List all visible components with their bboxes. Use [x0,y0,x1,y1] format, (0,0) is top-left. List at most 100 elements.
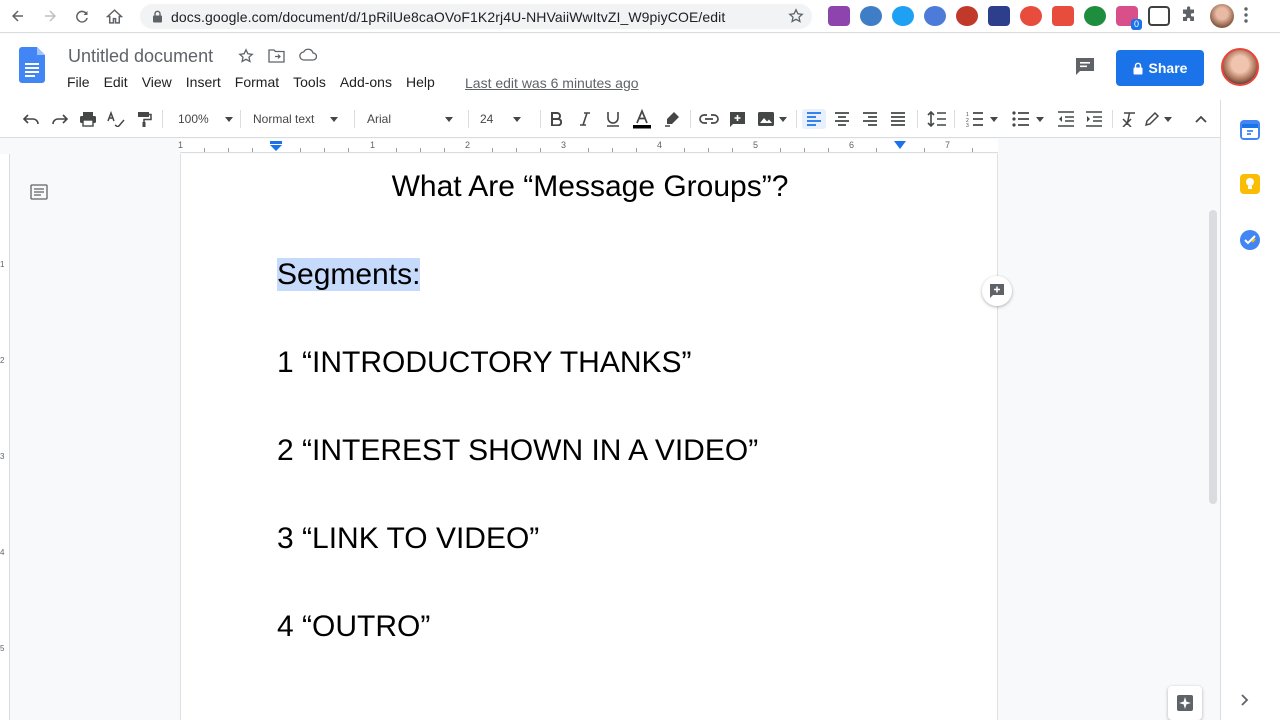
menu-help[interactable]: Help [399,74,442,90]
extension-ccc-icon[interactable] [1052,6,1074,26]
zoom-select[interactable]: 100% [178,109,233,129]
add-comment-button[interactable] [982,276,1012,306]
extension-recorder-icon[interactable] [1020,6,1042,26]
text-color-icon[interactable] [632,109,652,129]
menu-file[interactable]: File [60,74,97,90]
editing-mode-icon[interactable] [1144,109,1172,129]
extension-s-icon[interactable] [828,6,850,26]
ruler-number: 1 [178,140,184,150]
bold-icon[interactable] [550,109,562,129]
ruler-tick [228,148,229,152]
move-folder-icon[interactable] [268,48,285,64]
right-indent-marker[interactable] [894,141,906,149]
spellcheck-icon[interactable] [107,109,125,129]
align-center-icon[interactable] [834,109,850,129]
document-page[interactable]: What Are “Message Groups”? Segments: 1 “… [180,154,998,720]
ruler-tick [252,148,253,152]
chevron-down-icon [1036,116,1044,122]
last-edit-link[interactable]: Last edit was 6 minutes ago [465,75,639,91]
extension-circle-icon[interactable] [860,6,882,26]
undo-icon[interactable] [22,109,40,129]
menu-edit[interactable]: Edit [97,74,135,90]
align-right-icon[interactable] [862,109,878,129]
extension-grammarly-icon[interactable] [1084,6,1106,26]
document-line-1[interactable]: 1 “INTRODUCTORY THANKS” [277,346,692,380]
document-line-2[interactable]: 2 “INTEREST SHOWN IN A VIDEO” [277,434,758,468]
cloud-saved-icon[interactable] [299,48,317,64]
document-line-4[interactable]: 4 “OUTRO” [277,610,430,644]
calendar-icon[interactable] [1240,120,1260,140]
share-button[interactable]: Share [1116,50,1204,86]
menu-tools[interactable]: Tools [286,74,333,90]
insert-comment-icon[interactable] [729,109,746,129]
account-avatar[interactable] [1221,48,1259,86]
paragraph-style-select[interactable]: Normal text [253,109,339,129]
align-justify-icon[interactable] [890,109,906,129]
explore-button[interactable] [1168,686,1202,720]
extension-chat-icon[interactable] [1148,6,1170,26]
chevron-down-icon [224,116,233,122]
home-icon[interactable] [100,2,128,30]
menu-addons[interactable]: Add-ons [333,74,399,90]
selected-text[interactable]: Segments: [277,258,421,291]
toolbar-divider [954,110,955,128]
clear-formatting-icon[interactable] [1122,109,1138,129]
menu-insert[interactable]: Insert [179,74,228,90]
extensions-puzzle-icon[interactable] [1180,6,1198,24]
extension-red-icon[interactable] [956,6,978,26]
document-title[interactable]: Untitled document [68,46,213,67]
reload-icon[interactable] [68,2,96,30]
docs-logo-icon[interactable] [19,47,45,83]
document-line-3[interactable]: 3 “LINK TO VIDEO” [277,522,539,556]
italic-icon[interactable] [579,109,591,129]
line-spacing-icon[interactable] [927,109,947,129]
extension-rocket-icon[interactable] [924,6,946,26]
ruler-tick [876,148,877,152]
underline-icon[interactable] [606,109,620,129]
font-size-select[interactable]: 24 [480,109,522,129]
extension-infinity-icon[interactable] [892,6,914,26]
document-line-segments[interactable]: Segments: [277,258,421,292]
print-icon[interactable] [79,109,97,129]
address-bar[interactable]: docs.google.com/document/d/1pRilUe8caOVo… [140,4,812,29]
star-icon[interactable] [238,48,254,64]
extension-shield-icon[interactable] [988,6,1010,26]
lock-icon [152,10,163,23]
redo-icon[interactable] [51,109,69,129]
comment-history-icon[interactable] [1074,56,1096,76]
scrollbar-thumb[interactable] [1209,210,1217,504]
hide-menus-chevron-up-icon[interactable] [1195,109,1207,129]
highlight-color-icon[interactable] [664,109,682,129]
ruler-tick [300,148,301,152]
lock-icon [1133,62,1143,75]
show-side-panel-chevron-icon[interactable] [1241,694,1249,706]
toolbar-divider [162,110,163,128]
ruler-tick [396,148,397,152]
chrome-menu-icon[interactable] [1244,6,1248,24]
extension-heart-icon[interactable]: 0 [1116,6,1142,30]
title-icons [238,48,317,64]
tasks-icon[interactable] [1240,230,1260,250]
back-icon[interactable] [4,2,32,30]
chrome-profile-avatar[interactable] [1210,4,1234,28]
insert-link-icon[interactable] [699,109,719,129]
bookmark-star-icon[interactable] [788,8,804,24]
numbered-list-icon[interactable]: 123 [966,109,998,129]
forward-icon[interactable] [36,2,64,30]
ruler-tick [420,148,421,152]
menu-format[interactable]: Format [228,74,286,90]
document-outline-icon[interactable] [30,184,48,200]
font-select[interactable]: Arial [367,109,454,129]
menu-view[interactable]: View [135,74,179,90]
keep-icon[interactable] [1240,174,1260,194]
align-left-icon[interactable] [802,109,826,129]
increase-indent-icon[interactable] [1085,109,1103,129]
url-text: docs.google.com/document/d/1pRilUe8caOVo… [171,8,726,25]
font-size-value: 24 [480,112,494,126]
insert-image-icon[interactable] [757,109,787,129]
paint-format-icon[interactable] [136,109,152,129]
bulleted-list-icon[interactable] [1012,109,1044,129]
left-indent-marker[interactable] [269,141,283,151]
decrease-indent-icon[interactable] [1057,109,1075,129]
document-heading[interactable]: What Are “Message Groups”? [181,170,999,204]
